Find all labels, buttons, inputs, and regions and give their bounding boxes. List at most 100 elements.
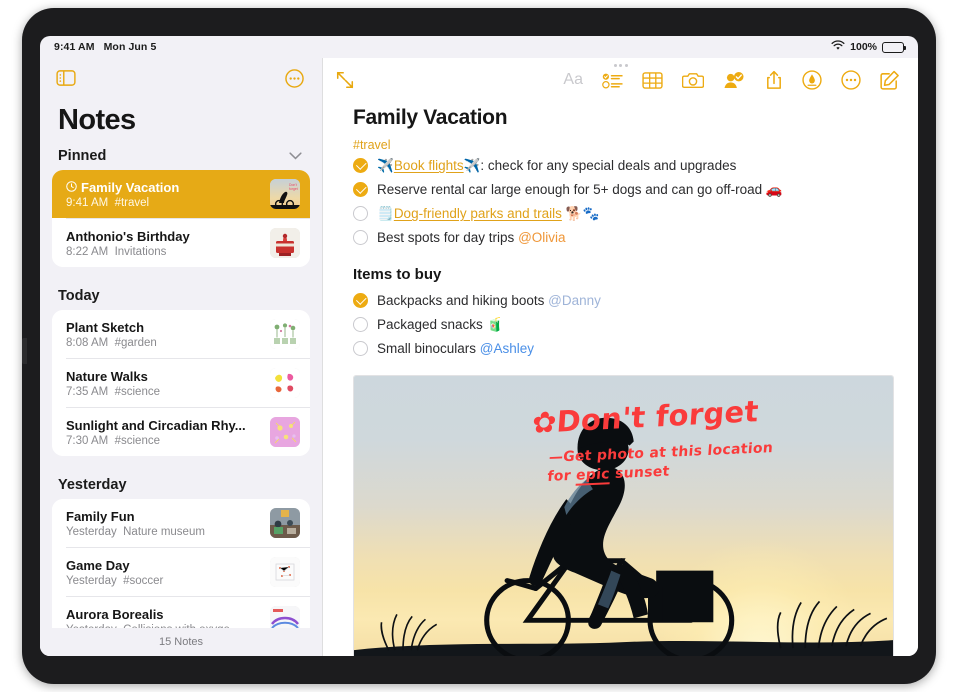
mention-danny[interactable]: @Danny — [548, 293, 601, 308]
list-item[interactable]: Aurora Borealis Yesterday Collisions wit… — [52, 597, 310, 628]
list-item-subtitle: 8:08 AM #garden — [66, 336, 157, 349]
list-item[interactable]: Anthonio's Birthday 8:22 AM Invitations — [52, 219, 310, 267]
note-group-yesterday: Family Fun Yesterday Nature museum Game … — [52, 499, 310, 628]
expand-arrows-icon[interactable] — [335, 70, 355, 90]
checkbox-checked[interactable] — [353, 158, 368, 173]
ipad-screen: 9:41 AM Mon Jun 5 100% Notes Pinned Fami… — [40, 36, 918, 656]
ipad-device-frame: 9:41 AM Mon Jun 5 100% Notes Pinned Fami… — [22, 8, 936, 684]
list-item-thumbnail — [270, 557, 300, 587]
car-icon: 🚗 — [765, 182, 783, 197]
share-icon[interactable] — [765, 70, 783, 90]
section-label: Today — [58, 288, 100, 304]
sidebar-toggle-icon[interactable] — [56, 70, 76, 86]
wifi-icon — [831, 40, 845, 54]
list-item-title: Sunlight and Circadian Rhy... — [66, 417, 246, 433]
section-header-pinned: Pinned — [40, 139, 322, 170]
mention-olivia[interactable]: @Olivia — [518, 230, 565, 245]
clock-icon — [66, 180, 77, 195]
list-item[interactable]: Family Fun Yesterday Nature museum — [52, 499, 310, 547]
list-item-subtitle: Yesterday #soccer — [66, 574, 164, 587]
airplane-icon: ✈️ — [463, 158, 481, 173]
checkbox-checked[interactable] — [353, 182, 368, 197]
list-item-subtitle: 8:22 AM Invitations — [66, 245, 167, 258]
status-bar-right: 100% — [831, 40, 906, 54]
list-item-title: Aurora Borealis — [66, 606, 164, 622]
camera-icon[interactable] — [682, 71, 704, 89]
table-icon[interactable] — [642, 71, 663, 89]
checklist-row[interactable]: 🗒️Dog-friendly parks and trails 🐕🐾 — [323, 202, 918, 226]
airplane-icon: ✈️ — [377, 158, 394, 173]
note-group-today: Plant Sketch 8:08 AM #garden Nature Walk… — [52, 310, 310, 456]
checklist-row-text: Packaged snacks 🧃 — [377, 317, 504, 332]
checklist-row-text: Small binoculars @Ashley — [377, 341, 535, 356]
dog-paw-icon: 🐕🐾 — [561, 206, 600, 221]
list-item[interactable]: Family Vacation 9:41 AM #travel Don't fo… — [52, 170, 310, 218]
more-circle-icon[interactable] — [841, 70, 861, 90]
checklist-row[interactable]: Best spots for day trips @Olivia — [323, 226, 918, 250]
note-body[interactable]: Family Vacation #travel ✈️Book flights✈️… — [323, 102, 918, 656]
section-header-today: Today — [40, 279, 322, 310]
note-detail-pane: Aa Family Vacation #travel ✈️Book flight… — [322, 58, 918, 656]
notes-count-footer: 15 Notes — [40, 628, 322, 656]
checkbox-unchecked[interactable] — [353, 317, 368, 332]
sidebar-note-list[interactable]: Pinned Family Vacation 9:41 AM #travel D… — [40, 139, 322, 628]
format-text-icon[interactable]: Aa — [563, 71, 583, 89]
checkbox-checked[interactable] — [353, 293, 368, 308]
note-tag[interactable]: #travel — [323, 130, 918, 154]
list-item-title: Nature Walks — [66, 368, 148, 384]
checklist-row[interactable]: Small binoculars @Ashley — [323, 337, 918, 361]
list-item-thumbnail — [270, 606, 300, 628]
note-group-pinned: Family Vacation 9:41 AM #travel Don't fo… — [52, 170, 310, 267]
checklist-row[interactable]: ✈️Book flights✈️: check for any special … — [323, 154, 918, 178]
checklist-row[interactable]: Packaged snacks 🧃 — [323, 313, 918, 337]
list-item-title: Game Day — [66, 557, 130, 573]
checklist-row[interactable]: Backpacks and hiking boots @Danny — [323, 289, 918, 313]
list-item[interactable]: Sunlight and Circadian Rhy... 7:30 AM #s… — [52, 408, 310, 456]
section-label: Pinned — [58, 148, 107, 164]
checklist-row[interactable]: Reserve rental car large enough for 5+ d… — [323, 178, 918, 202]
link-dog-friendly-parks[interactable]: Dog-friendly parks and trails — [394, 206, 562, 221]
annotation-underlined-word: epic — [575, 466, 610, 486]
cyclist-sunset-photo[interactable]: ✿Don't forget —Get photo at this locatio… — [353, 375, 894, 656]
link-book-flights[interactable]: Book flights — [394, 158, 464, 173]
markup-pen-icon[interactable] — [802, 70, 822, 90]
checklist-row-text: Best spots for day trips @Olivia — [377, 230, 566, 245]
list-item[interactable]: Plant Sketch 8:08 AM #garden — [52, 310, 310, 358]
list-item-thumbnail — [270, 228, 300, 258]
page-title: Notes — [58, 104, 136, 136]
note-icon: 🗒️ — [377, 206, 394, 221]
juice-box-icon: 🧃 — [486, 317, 504, 332]
status-time: 9:41 AM — [54, 41, 95, 53]
chevron-down-icon[interactable] — [289, 148, 302, 164]
list-item-title: Family Fun — [66, 508, 135, 524]
checkbox-unchecked[interactable] — [353, 341, 368, 356]
list-item[interactable]: Game Day Yesterday #soccer — [52, 548, 310, 596]
status-bar: 9:41 AM Mon Jun 5 100% — [40, 36, 918, 58]
status-date: Mon Jun 5 — [103, 41, 157, 53]
checkbox-unchecked[interactable] — [353, 230, 368, 245]
status-bar-left: 9:41 AM Mon Jun 5 — [54, 41, 156, 53]
list-item-subtitle: Yesterday Collisions with oxyge — [66, 624, 262, 629]
notes-sidebar: Notes Pinned Family Vacation 9:41 AM #tr… — [40, 58, 322, 656]
list-item-subtitle: 7:30 AM #science — [66, 434, 160, 447]
collaborate-icon[interactable] — [723, 71, 746, 89]
note-toolbar-actions: Aa — [563, 70, 900, 90]
compose-icon[interactable] — [880, 70, 900, 90]
battery-percent: 100% — [850, 41, 877, 53]
list-item[interactable]: Nature Walks 7:35 AM #science — [52, 359, 310, 407]
list-item-title: Anthonio's Birthday — [66, 228, 190, 244]
note-subheading: Items to buy — [353, 266, 442, 283]
mention-ashley[interactable]: @Ashley — [480, 341, 534, 356]
list-item-subtitle: Yesterday Nature museum — [66, 525, 205, 538]
list-item-title: Plant Sketch — [66, 319, 145, 335]
section-label: Yesterday — [58, 477, 127, 493]
app-content: Notes Pinned Family Vacation 9:41 AM #tr… — [40, 58, 918, 656]
list-item-title: Family Vacation — [81, 179, 180, 195]
checkbox-unchecked[interactable] — [353, 206, 368, 221]
sidebar-toolbar — [40, 58, 322, 98]
note-toolbar: Aa — [323, 58, 918, 102]
checklist-row-text: Backpacks and hiking boots @Danny — [377, 293, 601, 308]
list-item-thumbnail: Don't forget — [270, 179, 300, 209]
more-circle-icon[interactable] — [285, 68, 304, 88]
checklist-icon[interactable] — [602, 72, 623, 89]
